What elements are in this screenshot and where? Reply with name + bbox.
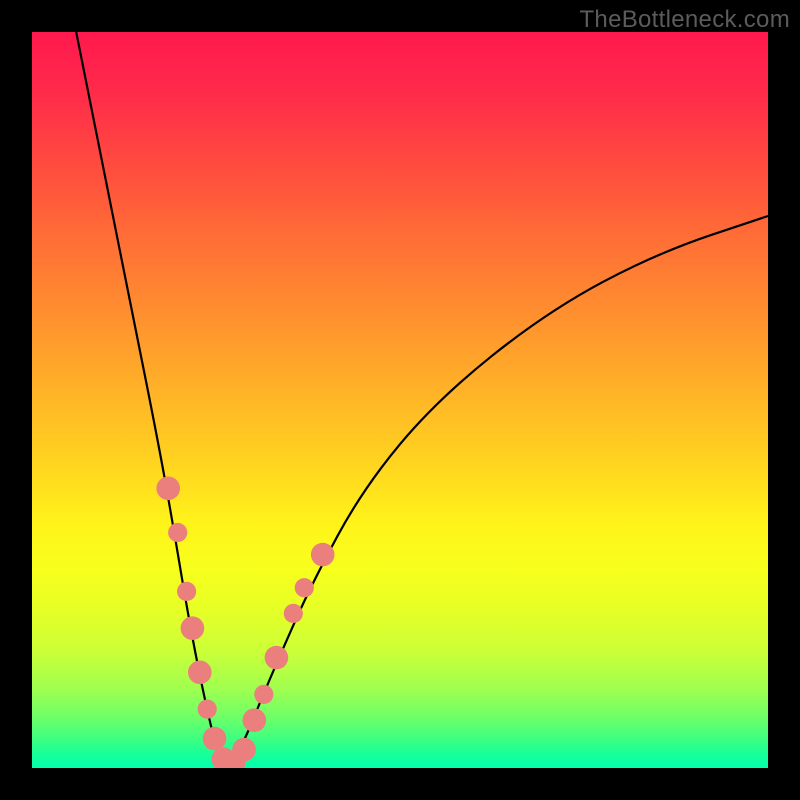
marker-dot — [188, 661, 212, 685]
marker-dots — [156, 477, 334, 769]
marker-dot — [284, 604, 303, 623]
watermark-text: TheBottleneck.com — [579, 6, 790, 34]
marker-dot — [203, 727, 227, 751]
marker-dot — [311, 543, 335, 567]
marker-dot — [243, 708, 267, 732]
marker-dot — [265, 646, 289, 670]
marker-dot — [254, 685, 273, 704]
plot-area — [32, 32, 768, 768]
marker-dot — [295, 578, 314, 597]
bottleneck-curve-svg — [32, 32, 768, 768]
curve-left-branch — [76, 32, 223, 764]
chart-frame: TheBottleneck.com — [0, 0, 800, 800]
marker-dot — [198, 700, 217, 719]
marker-dot — [232, 738, 256, 762]
marker-dot — [156, 477, 180, 501]
marker-dot — [177, 582, 196, 601]
curve-right-branch — [231, 216, 768, 764]
marker-dot — [168, 523, 187, 542]
marker-dot — [181, 616, 205, 640]
